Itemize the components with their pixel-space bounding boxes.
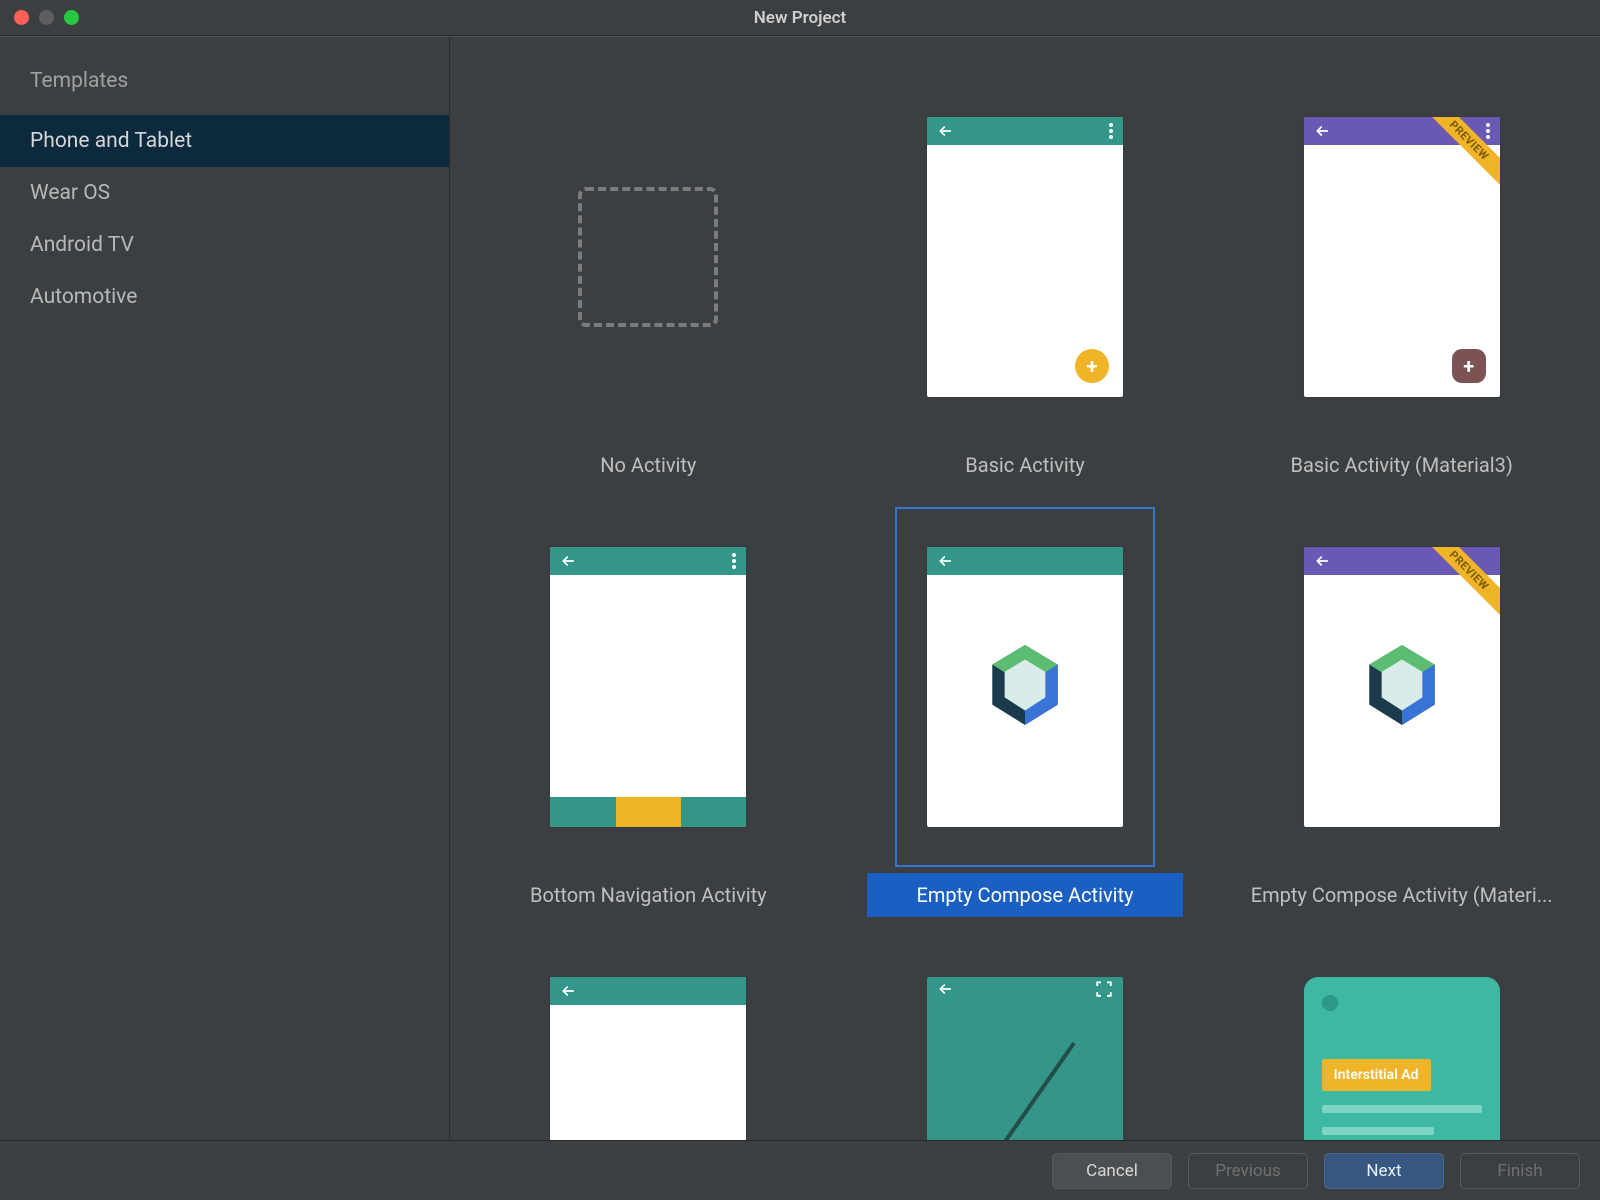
back-arrow-icon xyxy=(937,981,953,1001)
sidebar-item-phone-and-tablet[interactable]: Phone and Tablet xyxy=(0,115,449,167)
template-caption: Empty Compose Activity (Materi... xyxy=(1243,873,1560,917)
template-no-activity[interactable]: No Activity xyxy=(490,77,807,487)
sidebar-item-android-tv[interactable]: Android TV xyxy=(0,219,449,271)
sidebar-heading: Templates xyxy=(0,57,449,115)
template-bottom-nav[interactable]: Bottom Navigation Activity xyxy=(490,507,807,917)
bottom-nav-icon xyxy=(550,797,746,827)
back-arrow-icon xyxy=(937,123,953,139)
interstitial-ad-label: Interstitial Ad xyxy=(1322,1059,1431,1091)
dialog-body: Templates Phone and TabletWear OSAndroid… xyxy=(0,36,1600,1140)
camera-dot-icon xyxy=(1322,995,1338,1011)
template-row3-b[interactable] xyxy=(867,937,1184,1140)
titlebar: New Project xyxy=(0,0,1600,36)
back-arrow-icon xyxy=(560,983,576,999)
previous-button[interactable]: Previous xyxy=(1188,1153,1308,1189)
template-empty-compose[interactable]: Empty Compose Activity xyxy=(867,507,1184,917)
fab-add-icon: + xyxy=(1452,349,1486,383)
cancel-button[interactable]: Cancel xyxy=(1052,1153,1172,1189)
template-thumb: + xyxy=(895,77,1155,437)
templates-grid: No Activity+Basic ActivityPREVIEW+Basic … xyxy=(450,37,1600,1140)
back-arrow-icon xyxy=(560,553,576,569)
template-empty-compose-m3[interactable]: PREVIEW Empty Compose Activity (Materi... xyxy=(1243,507,1560,917)
back-arrow-icon xyxy=(937,553,953,569)
template-basic-activity-m3[interactable]: PREVIEW+ Basic Activity (Material3) xyxy=(1243,77,1560,487)
template-thumb: PREVIEW xyxy=(1272,507,1532,867)
template-caption: Basic Activity (Material3) xyxy=(1243,443,1560,487)
diagonal-line-icon xyxy=(927,1042,1076,1140)
template-thumb xyxy=(518,77,778,437)
template-row3-c[interactable]: Interstitial Ad xyxy=(1243,937,1560,1140)
template-basic-activity[interactable]: + Basic Activity xyxy=(867,77,1184,487)
template-thumb: PREVIEW+ xyxy=(1272,77,1532,437)
finish-button[interactable]: Finish xyxy=(1460,1153,1580,1189)
overflow-menu-icon xyxy=(732,553,736,569)
template-row3-a[interactable] xyxy=(490,937,807,1140)
compose-logo-icon xyxy=(1365,645,1439,729)
dashed-placeholder-icon xyxy=(578,187,718,327)
sidebar-item-automotive[interactable]: Automotive xyxy=(0,271,449,323)
template-thumb xyxy=(895,937,1155,1140)
compose-logo-icon xyxy=(988,645,1062,729)
window-title: New Project xyxy=(0,8,1600,28)
content-wrap: No Activity+Basic ActivityPREVIEW+Basic … xyxy=(450,37,1600,1140)
maximize-window-button[interactable] xyxy=(64,10,79,25)
next-button[interactable]: Next xyxy=(1324,1153,1444,1189)
template-thumb xyxy=(518,937,778,1140)
overflow-menu-icon xyxy=(1109,123,1113,139)
template-thumb: Interstitial Ad xyxy=(1272,937,1532,1140)
template-caption: Basic Activity xyxy=(867,443,1184,487)
sidebar-item-wear-os[interactable]: Wear OS xyxy=(0,167,449,219)
template-caption: No Activity xyxy=(490,443,807,487)
template-caption: Bottom Navigation Activity xyxy=(490,873,807,917)
template-caption: Empty Compose Activity xyxy=(867,873,1184,917)
back-arrow-icon xyxy=(1314,123,1330,139)
minimize-window-button[interactable] xyxy=(39,10,54,25)
back-arrow-icon xyxy=(1314,553,1330,569)
fab-add-icon: + xyxy=(1075,349,1109,383)
sidebar: Templates Phone and TabletWear OSAndroid… xyxy=(0,37,450,1140)
close-window-button[interactable] xyxy=(14,10,29,25)
footer: Cancel Previous Next Finish xyxy=(0,1140,1600,1200)
traffic-lights xyxy=(0,10,79,25)
fullscreen-icon xyxy=(1095,980,1113,1002)
window: New Project Templates Phone and TabletWe… xyxy=(0,0,1600,1200)
overflow-menu-icon xyxy=(1486,123,1490,139)
template-thumb xyxy=(518,507,778,867)
template-thumb xyxy=(895,507,1155,867)
